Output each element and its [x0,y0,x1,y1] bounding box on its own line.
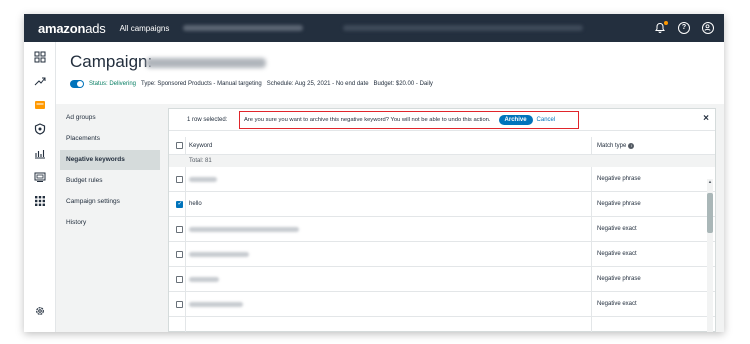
scrollbar-thumb[interactable] [707,193,713,233]
brand-ads: ads [85,20,106,36]
table-row[interactable]: hello Negative phrase [169,192,715,217]
table-row[interactable]: Negative exact [169,242,715,267]
selection-count: 1 row selected: [187,116,228,123]
row-checkbox[interactable] [176,300,183,308]
match-type-cell: Negative exact [597,226,637,232]
table-scrollbar[interactable]: ▴ [707,179,713,332]
table-header: Keyword Match type i [169,137,715,155]
keyword-redacted [189,301,243,307]
nav-item-negative-keywords[interactable]: Negative keywords [60,150,160,170]
breadcrumb-all-campaigns[interactable]: All campaigns [120,24,170,33]
campaign-icon[interactable] [33,98,47,112]
status-text: Status: Delivering [89,81,137,87]
page-title: Campaign: [70,52,153,71]
table-row[interactable]: Negative exact [169,217,715,242]
row-checkbox-checked[interactable] [176,200,183,208]
select-all-checkbox[interactable] [176,142,183,149]
info-icon[interactable]: i [628,142,635,149]
shield-icon[interactable] [33,122,47,136]
help-icon[interactable]: ? [678,22,690,34]
campaign-nav: Ad groups Placements Negative keywords B… [60,108,160,234]
campaign-meta: Status: Delivering Type: Sponsored Produ… [70,80,433,88]
campaign-toggle[interactable] [70,80,84,88]
table-row[interactable]: Negative phrase [169,167,715,192]
match-type-cell: Negative phrase [597,176,641,182]
app-window: amazonads All campaigns ? Campaign: Stat… [24,14,724,332]
type-text: Type: Sponsored Products - Manual target… [141,81,262,87]
row-checkbox[interactable] [176,250,183,258]
brand-main: amazon [38,20,86,36]
nav-item-placements[interactable]: Placements [60,129,160,149]
keyword-redacted [189,251,249,257]
match-type-cell: Negative phrase [597,276,641,282]
notification-dot [664,21,668,25]
top-bar: amazonads All campaigns ? [24,14,724,42]
keyword-redacted [189,226,299,232]
confirmation-text: Are you sure you want to archive this ne… [244,117,491,123]
table-row[interactable]: Negative phrase [169,267,715,292]
left-rail [24,42,56,332]
media-icon[interactable] [33,170,47,184]
column-header-keyword[interactable]: Keyword [189,143,212,149]
campaign-name-redacted [146,58,266,68]
keyword-cell: hello [189,201,202,207]
negative-keywords-panel: 1 row selected: Are you sure you want to… [168,108,716,332]
budget-text: Budget: $20.00 - Daily [373,81,433,87]
account-icon[interactable] [702,22,714,34]
archive-confirmation: Are you sure you want to archive this ne… [239,111,579,129]
nav-item-history[interactable]: History [60,213,160,233]
amazon-ads-logo[interactable]: amazonads [38,21,106,36]
match-type-label: Match type [597,142,627,149]
match-type-cell: Negative exact [597,301,637,307]
nav-item-campaign-settings[interactable]: Campaign settings [60,192,160,212]
archive-button[interactable]: Archive [498,115,533,125]
total-row: Total: 81 [169,155,715,167]
breadcrumb-redacted [183,25,304,31]
keyword-redacted [189,276,219,282]
row-checkbox[interactable] [176,225,183,233]
selection-bar: 1 row selected: Are you sure you want to… [169,109,715,131]
apps-icon[interactable] [33,194,47,208]
match-type-cell: Negative phrase [597,201,641,207]
row-checkbox[interactable] [176,175,183,183]
row-checkbox[interactable] [176,275,183,283]
nav-item-budget-rules[interactable]: Budget rules [60,171,160,191]
topbar-icons: ? [654,21,714,34]
topbar-redacted [343,25,584,31]
keyword-redacted [189,176,217,182]
dashboard-icon[interactable] [33,50,47,64]
settings-icon[interactable] [33,304,47,318]
close-icon[interactable]: × [703,113,709,124]
schedule-text: Schedule: Aug 25, 2021 - No end date [266,81,369,87]
trend-icon[interactable] [33,74,47,88]
scroll-up-icon[interactable]: ▴ [707,179,713,187]
bell-icon[interactable] [654,21,668,34]
total-count: Total: 81 [189,158,212,164]
nav-item-ad-groups[interactable]: Ad groups [60,108,160,128]
cancel-button[interactable]: Cancel [537,117,556,123]
match-type-cell: Negative exact [597,251,637,257]
reports-icon[interactable] [33,146,47,160]
column-header-match-type[interactable]: Match type i [597,142,635,149]
table-row[interactable]: Negative exact [169,292,715,317]
